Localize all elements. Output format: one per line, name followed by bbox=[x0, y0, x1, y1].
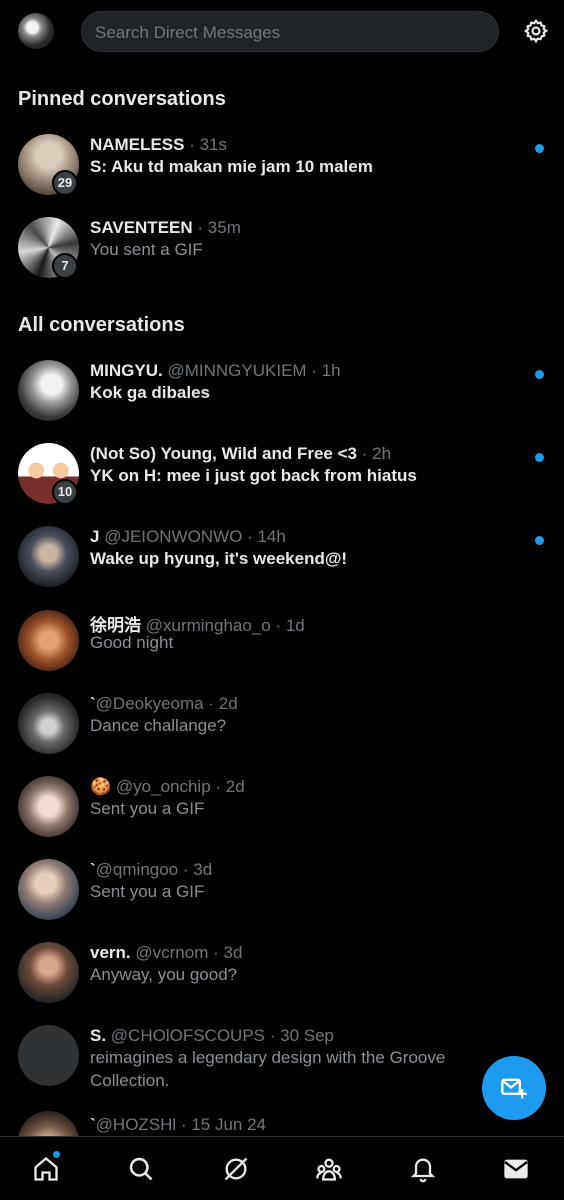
message-preview: Anyway, you good? bbox=[90, 965, 238, 984]
avatar bbox=[18, 859, 79, 920]
home-icon[interactable] bbox=[32, 1155, 60, 1183]
message-preview: Good night bbox=[90, 633, 174, 652]
conversation-header: `@qmingoo · 3d bbox=[90, 860, 213, 879]
timestamp: 31s bbox=[199, 135, 228, 154]
conversation-row[interactable]: `@qmingoo · 3d Sent you a GIF bbox=[0, 859, 564, 935]
conversation-row[interactable]: J @JEIONWONWO · 14h Wake up hyung, it's … bbox=[0, 526, 564, 602]
unread-dot bbox=[535, 370, 544, 379]
message-preview: Kok ga dibales bbox=[90, 383, 210, 402]
avatar bbox=[18, 776, 79, 837]
message-preview: Sent you a GIF bbox=[90, 882, 205, 901]
unread-count-badge: 10 bbox=[52, 479, 78, 505]
conversation-header: vern. @vcrnom · 3d bbox=[90, 943, 243, 962]
conversation-header: `@HOZSHl · 15 Jun 24 bbox=[90, 1115, 267, 1134]
conversation-name: J bbox=[90, 527, 100, 546]
conversation-name: (Not So) Young, Wild and Free <3 bbox=[90, 444, 357, 463]
unread-count-badge: 29 bbox=[52, 170, 78, 196]
conversation-row[interactable]: 10 (Not So) Young, Wild and Free <3 · 2h… bbox=[0, 443, 564, 519]
gear-icon[interactable] bbox=[523, 18, 549, 44]
message-preview: Sent you a GIF bbox=[90, 799, 205, 818]
unread-dot bbox=[535, 144, 544, 153]
conversation-name: S. bbox=[90, 1026, 107, 1045]
conversation-row[interactable]: 徐明浩 @xurminghao_o · 1d Good night bbox=[0, 610, 564, 686]
conversation-handle: @Deokyeoma bbox=[95, 694, 204, 713]
avatar bbox=[18, 1111, 79, 1136]
grok-icon[interactable] bbox=[222, 1155, 250, 1183]
conversation-row[interactable]: 7 SAVENTEEN · 35m You sent a GIF bbox=[0, 217, 564, 293]
timestamp: 3d bbox=[193, 860, 213, 879]
timestamp: 1h bbox=[321, 361, 341, 380]
message-preview: S: Aku td makan mie jam 10 malem bbox=[90, 157, 373, 176]
conversation-name: vern. bbox=[90, 943, 131, 962]
message-preview: reimagines a legendary design with the G… bbox=[90, 1048, 446, 1067]
avatar bbox=[18, 610, 79, 671]
conversation-row[interactable]: S. @CHOlOFSCOUPS · 30 Sep reimagines a l… bbox=[0, 1025, 564, 1125]
conversation-handle: @yo_onchip bbox=[115, 777, 211, 796]
conversation-row[interactable]: vern. @vcrnom · 3d Anyway, you good? bbox=[0, 942, 564, 1018]
search-input[interactable]: Search Direct Messages bbox=[81, 11, 499, 52]
conversation-row[interactable]: 🍪 @yo_onchip · 2d Sent you a GIF bbox=[0, 776, 564, 852]
top-bar: Search Direct Messages bbox=[0, 0, 564, 62]
timestamp: 3d bbox=[223, 943, 243, 962]
timestamp: 30 Sep bbox=[280, 1026, 335, 1045]
conversation-header: 🍪 @yo_onchip · 2d bbox=[90, 777, 245, 796]
conversation-row[interactable]: `@Deokyeoma · 2d Dance challange? bbox=[0, 693, 564, 769]
message-preview: Wake up hyung, it's weekend@! bbox=[90, 549, 348, 568]
unread-count-badge: 7 bbox=[52, 253, 78, 279]
notifications-icon[interactable] bbox=[409, 1155, 437, 1183]
timestamp: 2d bbox=[225, 777, 245, 796]
bottom-navigation bbox=[0, 1136, 564, 1200]
message-preview-continued: Collection. bbox=[90, 1071, 170, 1090]
conversation-handle: @CHOlOFSCOUPS bbox=[110, 1026, 266, 1045]
conversation-header: S. @CHOlOFSCOUPS · 30 Sep bbox=[90, 1026, 335, 1045]
new-message-button[interactable] bbox=[482, 1056, 546, 1120]
pinned-section-title: Pinned conversations bbox=[18, 88, 226, 110]
conversation-header: SAVENTEEN · 35m bbox=[90, 218, 241, 237]
conversation-name: SAVENTEEN bbox=[90, 218, 193, 237]
conversation-handle: @JEIONWONWO bbox=[104, 527, 243, 546]
search-icon[interactable] bbox=[127, 1155, 155, 1183]
avatar bbox=[18, 693, 79, 754]
timestamp: 14h bbox=[257, 527, 286, 546]
conversation-header: `@Deokyeoma · 2d bbox=[90, 694, 238, 713]
timestamp: 15 Jun 24 bbox=[191, 1115, 267, 1134]
conversation-header: J @JEIONWONWO · 14h bbox=[90, 527, 286, 546]
timestamp: 2d bbox=[218, 694, 238, 713]
timestamp: 35m bbox=[207, 218, 241, 237]
avatar bbox=[18, 360, 79, 421]
conversation-name: 🍪 bbox=[90, 777, 112, 796]
home-notification-dot bbox=[53, 1151, 60, 1158]
conversation-handle: @HOZSHl bbox=[95, 1115, 177, 1134]
new-message-icon bbox=[501, 1078, 527, 1099]
all-section-title: All conversations bbox=[18, 314, 185, 336]
avatar bbox=[18, 1025, 79, 1086]
avatar bbox=[18, 942, 79, 1003]
conversation-handle: @MINNGYUKIEM bbox=[167, 361, 307, 380]
conversation-handle: @qmingoo bbox=[95, 860, 179, 879]
conversation-header: NAMELESS · 31s bbox=[90, 135, 228, 154]
profile-avatar[interactable] bbox=[18, 13, 54, 49]
communities-icon[interactable] bbox=[315, 1155, 343, 1183]
conversation-header: (Not So) Young, Wild and Free <3 · 2h bbox=[90, 444, 392, 463]
conversation-row[interactable]: `@HOZSHl · 15 Jun 24 bbox=[0, 1111, 564, 1136]
conversation-row[interactable]: 29 NAMELESS · 31s S: Aku td makan mie ja… bbox=[0, 134, 564, 210]
messages-icon[interactable] bbox=[502, 1155, 530, 1183]
message-preview: YK on H: mee i just got back from hiatus bbox=[90, 466, 417, 485]
timestamp: 2h bbox=[372, 444, 392, 463]
search-placeholder: Search Direct Messages bbox=[95, 23, 281, 42]
conversation-name: NAMELESS bbox=[90, 135, 185, 154]
avatar bbox=[18, 526, 79, 587]
message-preview: Dance challange? bbox=[90, 716, 227, 735]
timestamp: 1d bbox=[285, 616, 305, 635]
message-preview: You sent a GIF bbox=[90, 240, 203, 259]
conversation-row[interactable]: MINGYU. @MINNGYUKIEM · 1h Kok ga dibales bbox=[0, 360, 564, 436]
conversation-header: MINGYU. @MINNGYUKIEM · 1h bbox=[90, 361, 341, 380]
conversation-handle: @vcrnom bbox=[135, 943, 209, 962]
unread-dot bbox=[535, 453, 544, 462]
unread-dot bbox=[535, 536, 544, 545]
conversation-name: MINGYU. bbox=[90, 361, 163, 380]
